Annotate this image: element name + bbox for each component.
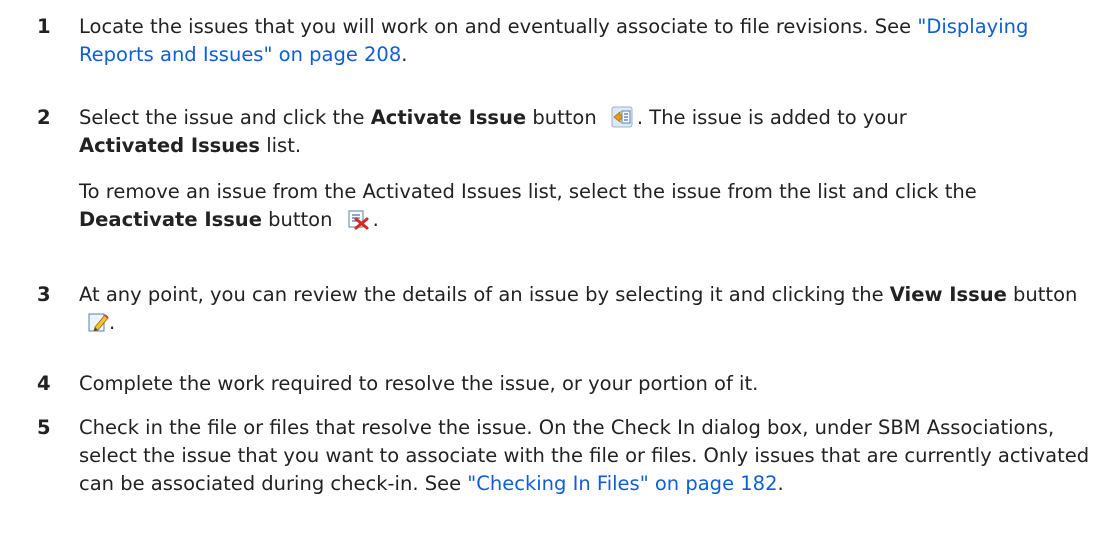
note-body: To remove an issue from the Activated Is… bbox=[79, 180, 977, 203]
step-number: 5 bbox=[37, 416, 51, 439]
view-issue-icon bbox=[87, 311, 109, 333]
activated-issues-label: Activated Issues bbox=[79, 134, 261, 157]
step-body: At any point, you can review the details… bbox=[79, 283, 890, 306]
note-body: . bbox=[372, 208, 379, 231]
step-end: . bbox=[401, 43, 408, 66]
link-checking-in-files[interactable]: "Checking In Files" on page 182 bbox=[467, 472, 777, 495]
document-page: 1 Locate the issues that you will work o… bbox=[0, 0, 1106, 536]
step-2-note: To remove an issue from the Activated Is… bbox=[79, 178, 1099, 234]
step-number: 3 bbox=[37, 283, 51, 306]
step-text: At any point, you can review the details… bbox=[79, 281, 1099, 337]
step-text: Select the issue and click the Activate … bbox=[79, 104, 1099, 234]
step-text: Locate the issues that you will work on … bbox=[79, 13, 1099, 69]
step-number: 2 bbox=[37, 106, 51, 129]
step-body: . The issue is added to your bbox=[636, 106, 907, 129]
step-number: 4 bbox=[37, 372, 51, 395]
step-text: Check in the file or files that resolve … bbox=[79, 414, 1099, 498]
deactivate-issue-label: Deactivate Issue bbox=[79, 208, 262, 231]
step-number: 1 bbox=[37, 15, 51, 38]
note-body: button bbox=[261, 208, 333, 231]
activate-issue-label: Activate Issue bbox=[370, 106, 527, 129]
deactivate-issue-icon bbox=[347, 208, 369, 230]
step-body: . bbox=[109, 311, 116, 334]
step-body: list. bbox=[260, 134, 302, 157]
step-end: . bbox=[777, 472, 784, 495]
step-body: button bbox=[1006, 283, 1078, 306]
step-body: Select the issue and click the bbox=[79, 106, 371, 129]
activate-issue-icon bbox=[611, 106, 633, 128]
step-body: Locate the issues that you will work on … bbox=[79, 15, 918, 38]
step-text: Complete the work required to resolve th… bbox=[79, 372, 759, 395]
view-issue-label: View Issue bbox=[889, 283, 1007, 306]
step-body: button bbox=[526, 106, 597, 129]
